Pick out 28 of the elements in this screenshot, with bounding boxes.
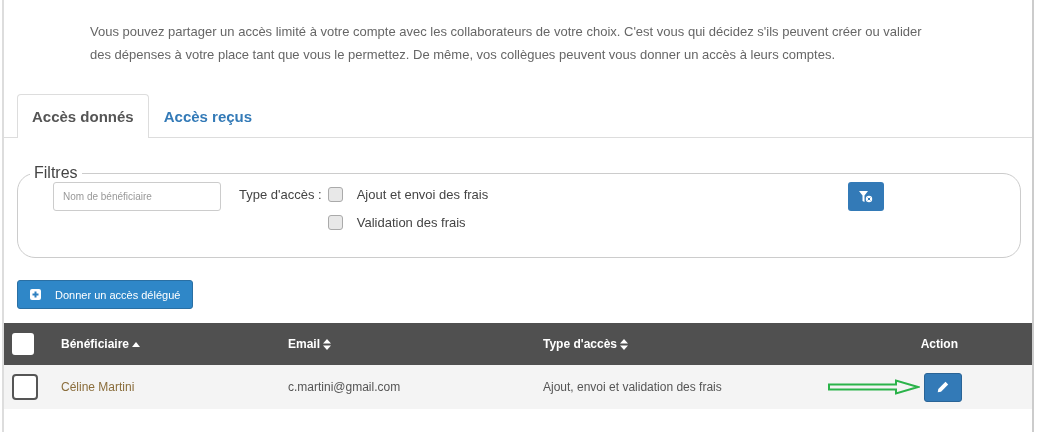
- select-all-checkbox[interactable]: [12, 333, 34, 355]
- column-header[interactable]: Bénéficiaire: [61, 337, 288, 351]
- sort-icon: [323, 338, 331, 350]
- type-label: Type d'accès :: [239, 187, 322, 202]
- intro-text: Vous pouvez partager un accès limité à votre compte avec les collaborateurs de votre choix. C'est vous qui décidez s'ils peuvent créer ou valider des dépenses à votre place tant que vous le permettez. De même, vos collègues peuvent vous donner un accès à leurs comptes.: [89, 23, 923, 64]
- tab[interactable]: Accès donnés: [17, 94, 149, 138]
- plus-icon: [30, 289, 41, 300]
- checkbox-label: Validation des frais: [356, 215, 466, 230]
- column-header[interactable]: Action: [823, 337, 1032, 351]
- sort-icon: [620, 338, 628, 350]
- name-field[interactable]: Nom de bénéficiaire: [53, 182, 221, 211]
- pencil-icon: [937, 381, 949, 393]
- filter-clear-icon: [859, 190, 874, 203]
- column-header[interactable]: Email: [288, 337, 543, 351]
- column-header[interactable]: Type d'accès: [543, 337, 823, 351]
- table-cell: Céline Martini: [61, 380, 135, 394]
- checkbox-label: Ajout et envoi des frais: [356, 187, 489, 202]
- add-access-button[interactable]: Donner un accès délégué: [17, 280, 194, 309]
- edit-button[interactable]: [924, 372, 962, 402]
- sort-ascending-icon: [132, 341, 141, 347]
- tab[interactable]: Accès reçus: [148, 94, 268, 138]
- row-checkbox[interactable]: [12, 374, 38, 400]
- table-cell: Ajout, envoi et validation des frais: [543, 380, 722, 394]
- checkbox[interactable]: [327, 187, 343, 202]
- checkbox[interactable]: [327, 215, 343, 230]
- filters-legend: Filtres: [30, 164, 82, 182]
- table-cell: c.martini@gmail.com: [288, 380, 401, 394]
- clear-filter-button[interactable]: [848, 182, 885, 211]
